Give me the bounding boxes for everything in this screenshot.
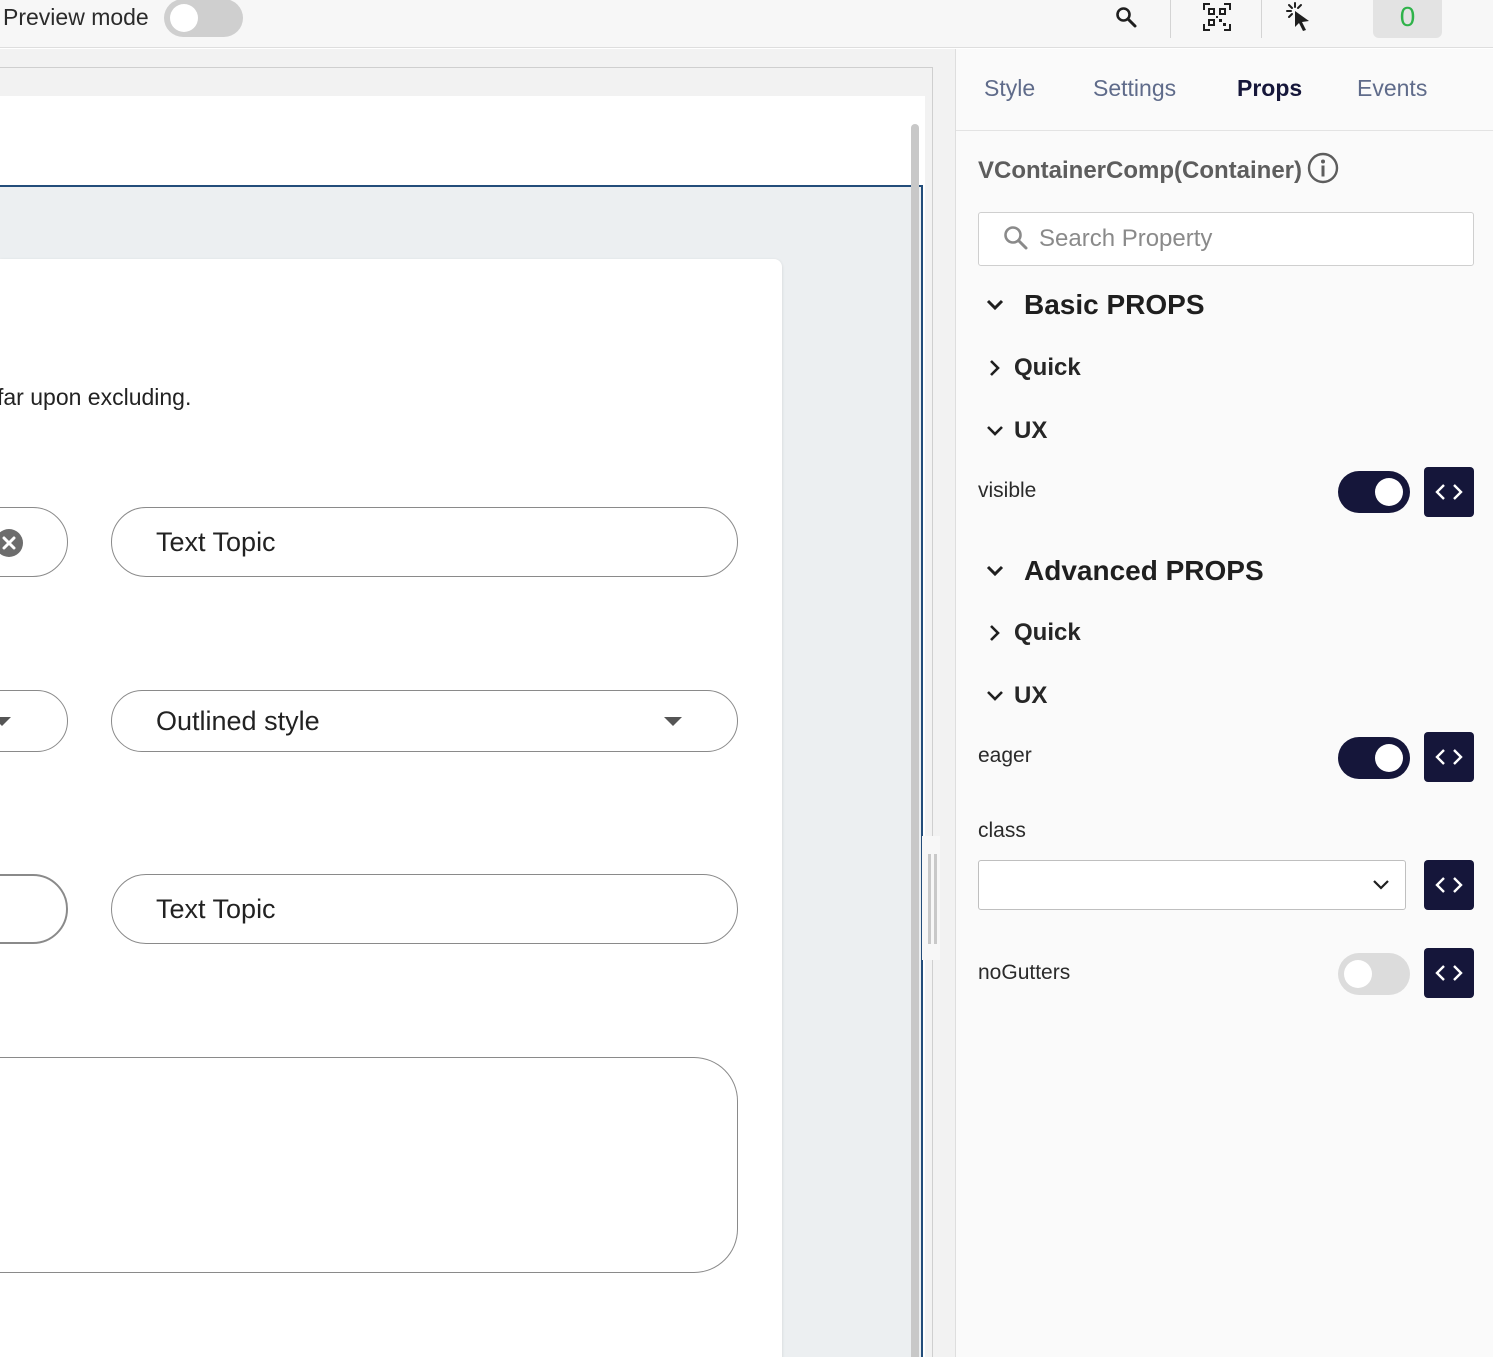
top-toolbar: Preview mode 0 (0, 0, 1493, 48)
basic-props-title: Basic PROPS (1024, 289, 1205, 320)
visible-label: visible (978, 479, 1037, 502)
code-icon (1435, 749, 1463, 765)
text-topic-field-2[interactable]: Text Topic (111, 874, 738, 944)
error-counter-badge[interactable]: 0 (1373, 0, 1442, 38)
toggle-knob (170, 4, 198, 32)
advanced-quick-header[interactable]: Quick (984, 619, 1081, 647)
preview-mode-toggle[interactable] (164, 0, 243, 37)
toggle-knob (1375, 478, 1403, 506)
textarea-field[interactable] (0, 1057, 738, 1273)
class-select[interactable] (978, 860, 1406, 910)
visible-toggle[interactable] (1338, 471, 1410, 513)
basic-quick-label: Quick (1014, 354, 1081, 381)
cursor-click-icon[interactable] (1283, 0, 1315, 34)
caret-down-icon (0, 717, 11, 726)
input-left[interactable] (0, 874, 68, 944)
tab-events[interactable]: Events (1357, 75, 1427, 102)
tab-style[interactable]: Style (984, 75, 1035, 102)
chevron-down-icon (1373, 880, 1389, 890)
search-property-input[interactable] (1039, 221, 1459, 257)
tab-props[interactable]: Props (1237, 75, 1302, 102)
properties-panel: Style Settings Props Events VContainerCo… (955, 49, 1493, 1357)
advanced-ux-header[interactable]: UX (984, 682, 1047, 710)
chevron-down-icon (986, 299, 1004, 311)
body-text: far upon excluding. (0, 384, 192, 410)
eager-code-button[interactable] (1424, 732, 1474, 782)
chevron-down-icon (986, 565, 1004, 577)
basic-props-header[interactable]: Basic PROPS (984, 289, 1205, 321)
search-property-box (978, 212, 1474, 266)
class-label: class (978, 819, 1026, 842)
preview-mode-label: Preview mode (3, 4, 149, 30)
search-icon[interactable] (1110, 0, 1142, 34)
chevron-down-icon (987, 691, 1003, 701)
text-topic-value-2: Text Topic (156, 893, 276, 924)
search-icon (1003, 225, 1029, 256)
basic-ux-label: UX (1014, 417, 1048, 444)
nogutters-code-button[interactable] (1424, 948, 1474, 998)
chevron-right-icon (990, 360, 1000, 376)
eager-toggle[interactable] (1338, 737, 1410, 779)
advanced-props-header[interactable]: Advanced PROPS (984, 555, 1264, 587)
panel-tabs: Style Settings Props Events (956, 49, 1493, 131)
chevron-down-icon (987, 426, 1003, 436)
nogutters-toggle[interactable] (1338, 953, 1410, 995)
text-topic-field[interactable]: Text Topic (111, 507, 738, 577)
qr-code-icon[interactable] (1199, 0, 1235, 34)
class-code-button[interactable] (1424, 860, 1474, 910)
select-left[interactable] (0, 690, 68, 752)
visible-code-button[interactable] (1424, 467, 1474, 517)
toolbar-divider (1170, 0, 1171, 38)
toolbar-divider (1261, 0, 1262, 38)
tab-settings[interactable]: Settings (1093, 75, 1176, 102)
code-icon (1435, 484, 1463, 500)
advanced-props-title: Advanced PROPS (1024, 555, 1264, 586)
outlined-style-select[interactable]: Outlined style (111, 690, 738, 752)
chevron-right-icon (990, 625, 1000, 641)
advanced-ux-label: UX (1014, 682, 1048, 709)
canvas-scrollbar[interactable] (911, 124, 919, 1357)
nogutters-label: noGutters (978, 961, 1071, 984)
code-icon (1435, 965, 1463, 981)
close-icon[interactable] (0, 529, 23, 557)
info-icon[interactable] (1307, 152, 1339, 189)
code-icon (1435, 877, 1463, 893)
toggle-knob (1375, 744, 1403, 772)
eager-label: eager (978, 744, 1032, 767)
component-title: VContainerComp(Container) (978, 157, 1302, 184)
editor-canvas: far upon excluding. Text Topic Outlined … (0, 49, 955, 1357)
chip-input-left[interactable] (0, 507, 68, 577)
text-topic-value: Text Topic (156, 526, 276, 557)
basic-ux-header[interactable]: UX (984, 417, 1047, 445)
caret-down-icon (664, 717, 682, 726)
basic-quick-header[interactable]: Quick (984, 354, 1081, 382)
panel-resize-handle[interactable] (922, 836, 940, 960)
toggle-knob (1344, 960, 1372, 988)
advanced-quick-label: Quick (1014, 619, 1081, 646)
outlined-style-value: Outlined style (156, 705, 320, 736)
